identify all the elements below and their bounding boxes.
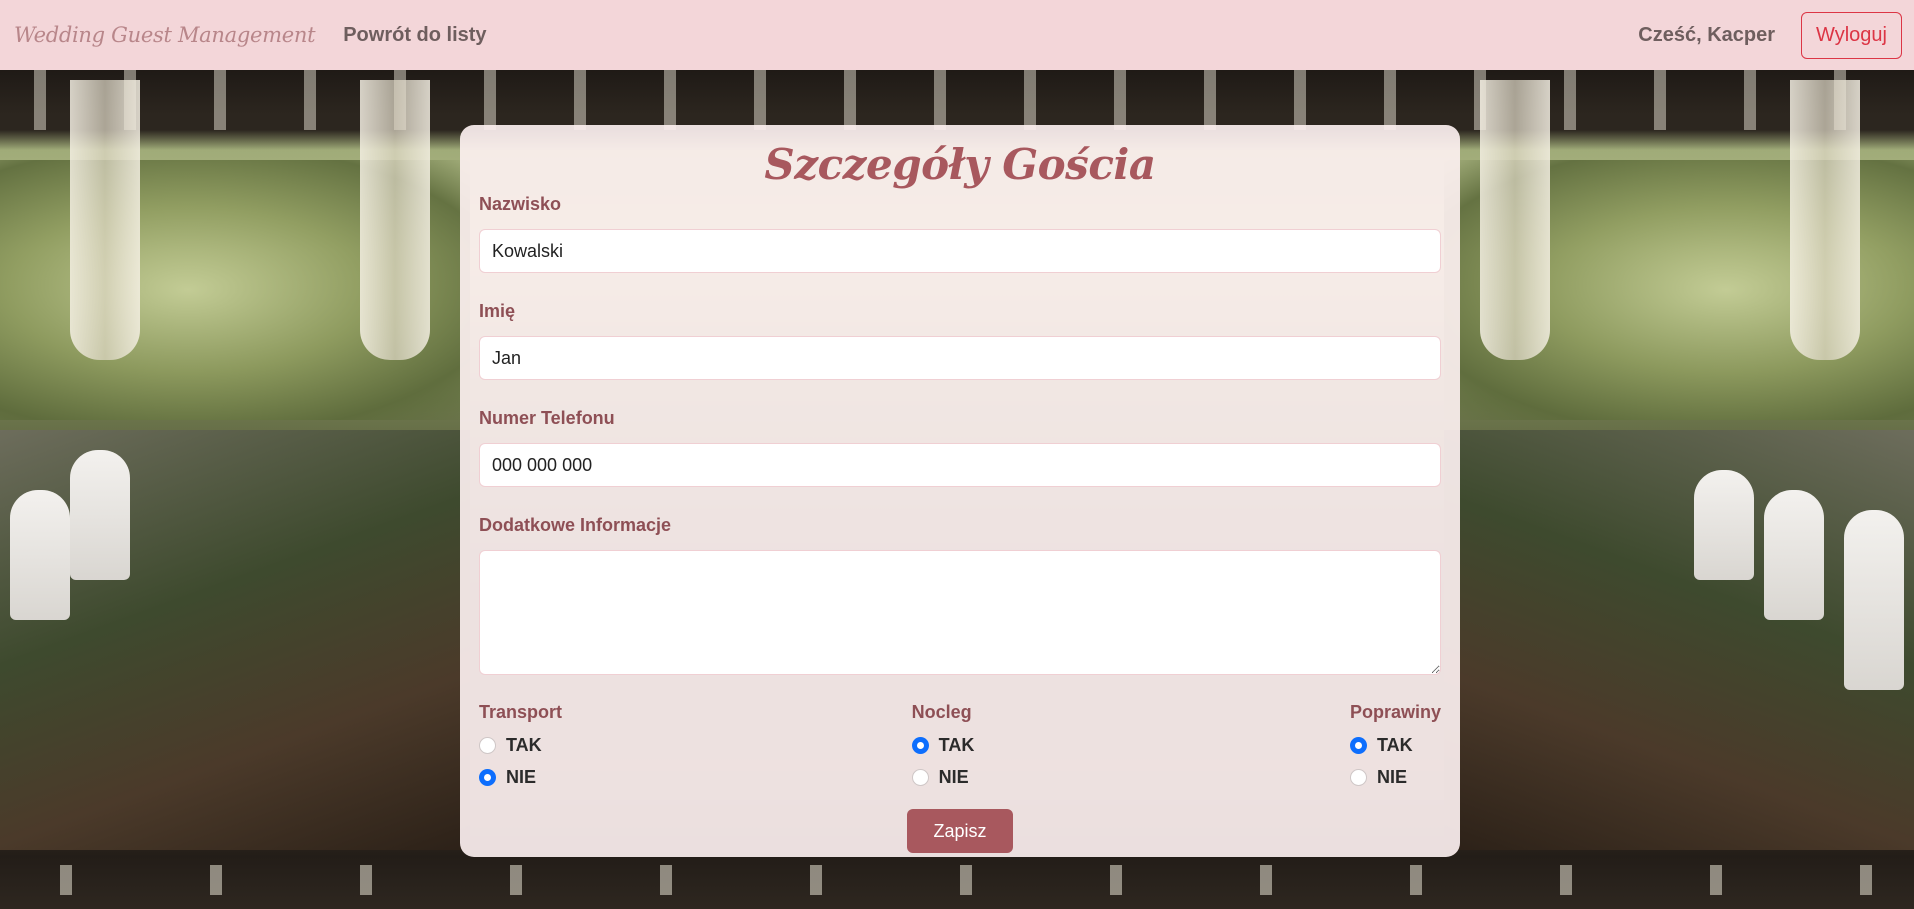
string-lights <box>0 70 1914 130</box>
accommodation-yes-label: TAK <box>938 735 975 755</box>
after-party-no-radio[interactable] <box>1349 769 1367 786</box>
last-name-label: Nazwisko <box>479 194 562 214</box>
curtain <box>70 80 140 360</box>
first-name-input[interactable] <box>479 336 1441 380</box>
after-party-yes-radio[interactable] <box>1349 737 1367 754</box>
accommodation-group: Nocleg TAK NIE <box>911 702 975 799</box>
curtain <box>360 80 430 360</box>
transport-yes-radio[interactable] <box>479 737 496 754</box>
user-greeting: Cześć, Kacper <box>1638 23 1776 46</box>
after-party-group: Poprawiny TAK NIE <box>1349 702 1441 799</box>
first-name-label: Imię <box>479 301 516 321</box>
transport-no-label: NIE <box>506 767 537 787</box>
accommodation-no-label: NIE <box>938 767 969 787</box>
chair <box>70 450 130 580</box>
chair <box>1844 510 1904 690</box>
brand-logo[interactable]: Wedding Guest Management <box>14 23 316 47</box>
submit-wrap: Zapisz <box>479 809 1441 853</box>
transport-label: Transport <box>479 702 563 722</box>
curtain <box>1790 80 1860 360</box>
navbar: Wedding Guest Management Powrót do listy… <box>0 0 1914 70</box>
after-party-no-option[interactable]: NIE <box>1349 767 1441 788</box>
after-party-no-label: NIE <box>1376 767 1407 787</box>
accommodation-no-radio[interactable] <box>911 769 929 786</box>
logout-button[interactable]: Wyloguj <box>1801 11 1902 59</box>
after-party-label: Poprawiny <box>1349 702 1441 722</box>
chair <box>1694 470 1754 580</box>
transport-yes-label: TAK <box>506 735 542 755</box>
accommodation-label: Nocleg <box>911 702 972 722</box>
bottom-strip <box>0 857 1914 909</box>
back-to-list-link[interactable]: Powrót do listy <box>343 24 486 47</box>
transport-yes-option[interactable]: TAK <box>479 735 562 756</box>
transport-group: Transport TAK NIE <box>479 702 562 799</box>
notes-textarea[interactable] <box>479 550 1441 675</box>
guest-details-card: Szczegóły Gościa Nazwisko Imię Numer Tel… <box>460 125 1460 857</box>
curtain <box>1480 80 1550 360</box>
accommodation-yes-radio[interactable] <box>911 737 929 754</box>
options-row: Transport TAK NIE Nocleg TAK NIE Poprawi… <box>479 702 1441 799</box>
accommodation-no-option[interactable]: NIE <box>911 767 975 788</box>
after-party-yes-label: TAK <box>1376 735 1413 755</box>
phone-input[interactable] <box>479 443 1441 487</box>
transport-no-radio[interactable] <box>479 769 496 786</box>
chair <box>10 490 70 620</box>
transport-no-option[interactable]: NIE <box>479 767 562 788</box>
phone-label: Numer Telefonu <box>479 408 615 428</box>
page-title: Szczegóły Gościa <box>764 140 1156 189</box>
chair <box>1764 490 1824 620</box>
accommodation-yes-option[interactable]: TAK <box>911 735 975 756</box>
after-party-yes-option[interactable]: TAK <box>1349 735 1441 756</box>
last-name-input[interactable] <box>479 229 1441 273</box>
notes-label: Dodatkowe Informacje <box>479 515 672 535</box>
save-button[interactable]: Zapisz <box>907 809 1013 853</box>
